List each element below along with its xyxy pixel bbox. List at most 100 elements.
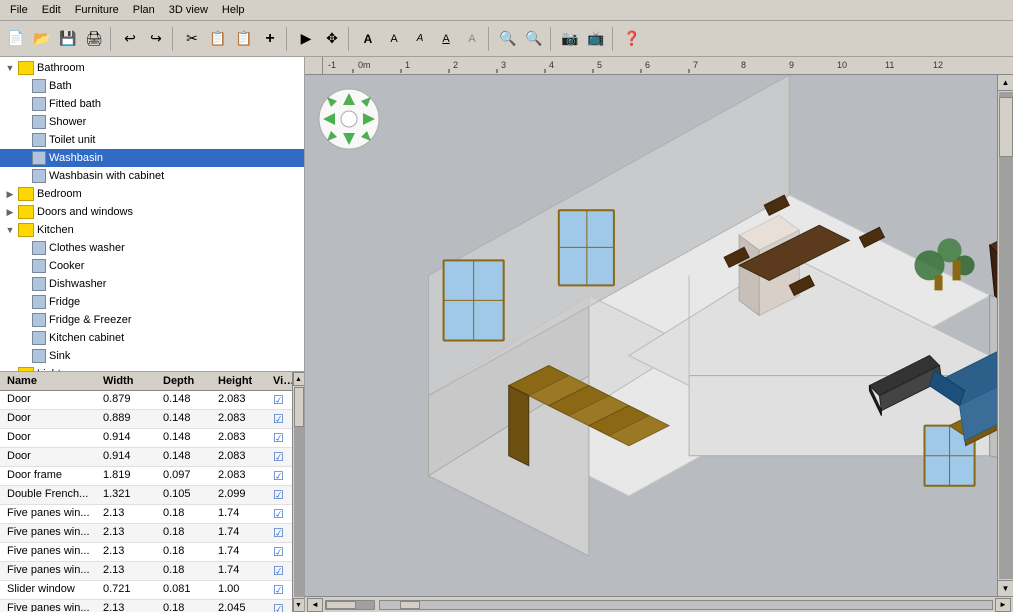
copy-button[interactable]: 📋 <box>206 27 230 51</box>
cell-depth: 0.148 <box>160 392 215 408</box>
tree-category-bedroom[interactable]: ▶ Bedroom <box>0 185 304 203</box>
cell-width: 2.13 <box>100 506 160 522</box>
separator-1 <box>110 27 114 51</box>
tree-item-dishwasher[interactable]: Dishwasher <box>0 275 304 293</box>
cut-button[interactable]: ✂ <box>180 27 204 51</box>
cell-depth: 0.18 <box>160 525 215 541</box>
fridge-label: Fridge <box>49 296 80 308</box>
table-scrollbar[interactable]: ▲ ▼ <box>292 372 304 612</box>
paste-button[interactable]: 📋 <box>232 27 256 51</box>
tree-item-fridge-freezer[interactable]: Fridge & Freezer <box>0 311 304 329</box>
pan-button[interactable]: ✥ <box>320 27 344 51</box>
tree-item-washbasin-cabinet[interactable]: Washbasin with cabinet <box>0 167 304 185</box>
table-row[interactable]: Slider window 0.721 0.081 1.00 ☑ <box>0 581 304 600</box>
table-row[interactable]: Five panes win... 2.13 0.18 1.74 ☑ <box>0 543 304 562</box>
tree-item-clothes-washer[interactable]: Clothes washer <box>0 239 304 257</box>
furniture-tree[interactable]: ▼ Bathroom Bath Fitted bath Shower <box>0 57 304 372</box>
3d-canvas[interactable]: ▲ ▼ <box>305 75 1013 596</box>
table-row[interactable]: Double French... 1.321 0.105 2.099 ☑ <box>0 486 304 505</box>
text-a1[interactable]: A <box>356 27 380 51</box>
select-button[interactable]: ▶ <box>294 27 318 51</box>
tree-item-kitchen-cabinet[interactable]: Kitchen cabinet <box>0 329 304 347</box>
text-a2[interactable]: A <box>382 27 406 51</box>
table-row[interactable]: Door 0.914 0.148 2.083 ☑ <box>0 448 304 467</box>
table-row[interactable]: Five panes win... 2.13 0.18 1.74 ☑ <box>0 505 304 524</box>
redo-button[interactable]: ↪ <box>144 27 168 51</box>
add-button[interactable]: + <box>258 27 282 51</box>
tree-category-kitchen[interactable]: ▼ Kitchen <box>0 221 304 239</box>
cell-width: 2.13 <box>100 525 160 541</box>
scroll-up-btn[interactable]: ▲ <box>293 372 305 386</box>
table-header: Name Width Depth Height Vis... <box>0 372 304 391</box>
text-a4[interactable]: A <box>434 27 458 51</box>
tree-item-fitted-bath[interactable]: Fitted bath <box>0 95 304 113</box>
open-button[interactable]: 📂 <box>30 27 54 51</box>
new-button[interactable]: 📄 <box>4 27 28 51</box>
menu-3dview[interactable]: 3D view <box>163 2 214 18</box>
menu-file[interactable]: File <box>4 2 34 18</box>
text-a5[interactable]: A <box>460 27 484 51</box>
svg-text:2: 2 <box>453 60 458 70</box>
tree-item-fridge[interactable]: Fridge <box>0 293 304 311</box>
menu-furniture[interactable]: Furniture <box>69 2 125 18</box>
tree-category-doors[interactable]: ▶ Doors and windows <box>0 203 304 221</box>
cell-height: 1.74 <box>215 544 270 560</box>
video-button[interactable]: 📺 <box>584 27 608 51</box>
tree-category-bathroom[interactable]: ▼ Bathroom <box>0 59 304 77</box>
cell-name: Five panes win... <box>4 525 100 541</box>
cell-height: 2.083 <box>215 392 270 408</box>
scroll-left-btn[interactable]: ◄ <box>307 598 323 612</box>
tree-item-cooker[interactable]: Cooker <box>0 257 304 275</box>
tree-item-bath[interactable]: Bath <box>0 77 304 95</box>
cell-width: 0.889 <box>100 411 160 427</box>
menu-plan[interactable]: Plan <box>127 2 161 18</box>
zoom-in-button[interactable]: 🔍 <box>496 27 520 51</box>
undo-button[interactable]: ↩ <box>118 27 142 51</box>
rv-scroll-down[interactable]: ▼ <box>998 580 1013 596</box>
scroll-thumb[interactable] <box>294 387 304 427</box>
cell-name: Five panes win... <box>4 506 100 522</box>
scroll-right-btn[interactable]: ► <box>995 598 1011 612</box>
print-button[interactable]: 🖨 <box>82 27 106 51</box>
rv-scroll-thumb[interactable] <box>999 97 1013 157</box>
table-row[interactable]: Door frame 1.819 0.097 2.083 ☑ <box>0 467 304 486</box>
cell-height: 2.083 <box>215 449 270 465</box>
scroll-down-btn[interactable]: ▼ <box>293 598 305 612</box>
menu-edit[interactable]: Edit <box>36 2 67 18</box>
ruler-svg: -1 0m 1 2 3 4 5 6 7 8 9 10 11 12 <box>323 57 1013 73</box>
fridge-icon <box>32 295 46 309</box>
cell-height: 1.00 <box>215 582 270 598</box>
table-row[interactable]: Door 0.914 0.148 2.083 ☑ <box>0 429 304 448</box>
washbasin-icon <box>32 151 46 165</box>
right-scrollbar[interactable]: ▲ ▼ <box>997 75 1013 596</box>
table-row[interactable]: Door 0.889 0.148 2.083 ☑ <box>0 410 304 429</box>
fitted-bath-label: Fitted bath <box>49 98 101 110</box>
tree-item-shower[interactable]: Shower <box>0 113 304 131</box>
table-row[interactable]: Five panes win... 2.13 0.18 1.74 ☑ <box>0 562 304 581</box>
tree-item-sink[interactable]: Sink <box>0 347 304 365</box>
svg-text:6: 6 <box>645 60 650 70</box>
tree-item-washbasin[interactable]: Washbasin <box>0 149 304 167</box>
table-row[interactable]: Five panes win... 2.13 0.18 1.74 ☑ <box>0 524 304 543</box>
h-scroll-thumb[interactable] <box>326 601 356 609</box>
h-scroll-thumb-main[interactable] <box>400 601 420 609</box>
sink-label: Sink <box>49 350 70 362</box>
h-scrollbar[interactable]: ◄ ► <box>305 596 1013 612</box>
tree-category-lights[interactable]: ▶ Lights <box>0 365 304 372</box>
save-button[interactable]: 💾 <box>56 27 80 51</box>
rv-scroll-up[interactable]: ▲ <box>998 75 1013 91</box>
3d-view-panel: -1 0m 1 2 3 4 5 6 7 8 9 10 11 12 <box>305 57 1013 612</box>
cell-width: 2.13 <box>100 563 160 579</box>
menu-help[interactable]: Help <box>216 2 251 18</box>
zoom-out-button[interactable]: 🔍 <box>522 27 546 51</box>
text-a3[interactable]: A <box>408 27 432 51</box>
table-row[interactable]: Door 0.879 0.148 2.083 ☑ <box>0 391 304 410</box>
table-row[interactable]: Five panes win... 2.13 0.18 2.045 ☑ <box>0 600 304 612</box>
navigation-control[interactable] <box>317 87 381 151</box>
rv-scroll-track <box>999 92 1013 579</box>
tree-item-toilet[interactable]: Toilet unit <box>0 131 304 149</box>
svg-text:12: 12 <box>933 60 943 70</box>
cell-name: Door <box>4 392 100 408</box>
camera-button[interactable]: 📷 <box>558 27 582 51</box>
help-button[interactable]: ❓ <box>620 27 644 51</box>
